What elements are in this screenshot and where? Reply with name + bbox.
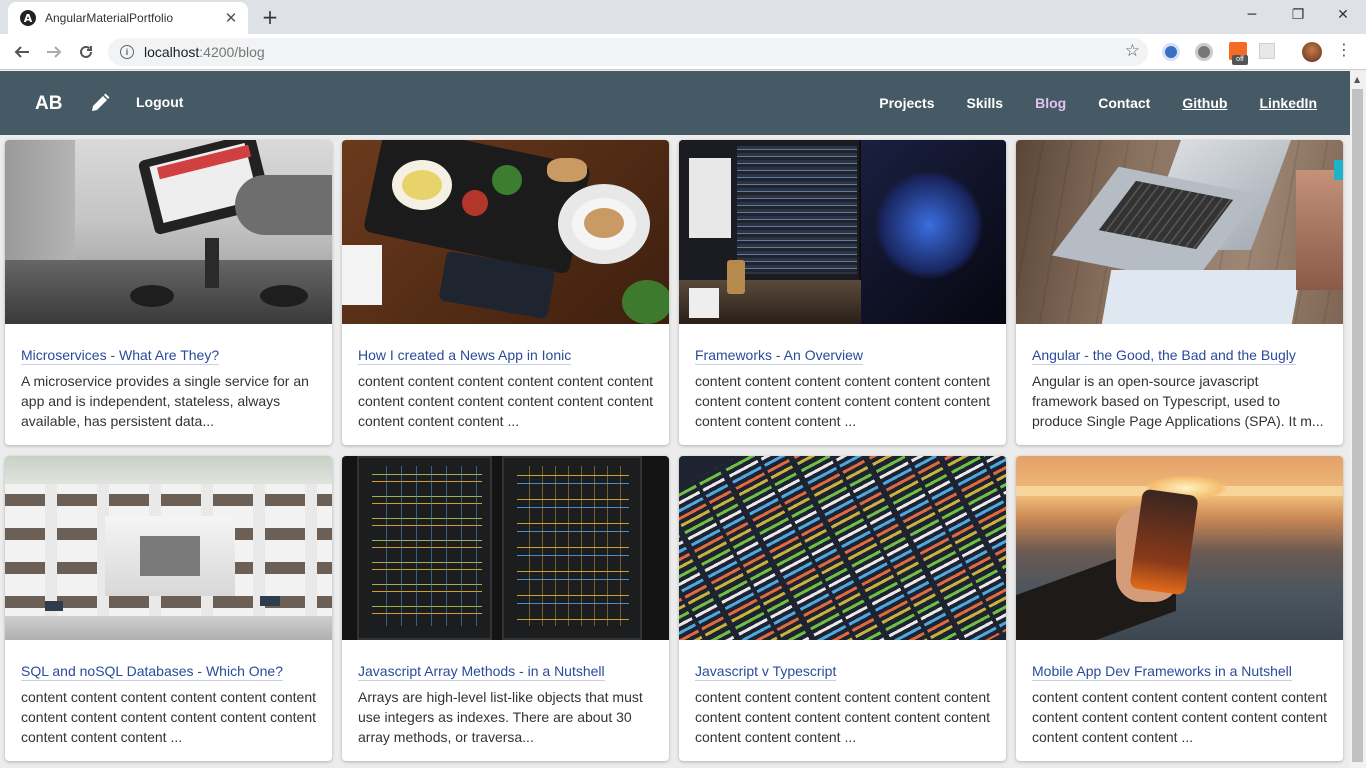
nav-linkedin[interactable]: LinkedIn xyxy=(1259,95,1317,111)
app-toolbar: AB Logout Projects Skills Blog Contact G… xyxy=(0,71,1350,135)
post-excerpt: Arrays are high-level list-like objects … xyxy=(358,689,643,745)
blog-card: How I created a News App in Ionic conten… xyxy=(342,140,669,445)
bookmark-star-icon[interactable]: ☆ xyxy=(1125,41,1140,61)
post-excerpt: content content content content content … xyxy=(695,689,990,745)
monitors-pc-image[interactable] xyxy=(679,140,1006,324)
post-title-link[interactable]: Mobile App Dev Frameworks in a Nutshell xyxy=(1032,663,1292,681)
back-button[interactable] xyxy=(8,38,36,66)
post-title-link[interactable]: SQL and noSQL Databases - Which One? xyxy=(21,663,283,681)
extension-square-icon[interactable] xyxy=(1259,43,1275,59)
browser-tabstrip: A AngularMaterialPortfolio ✕ + ─ ❐ ✕ xyxy=(0,0,1366,34)
blog-card: Microservices - What Are They? A microse… xyxy=(5,140,332,445)
scrollbar-thumb[interactable] xyxy=(1352,89,1363,762)
minimize-window-button[interactable]: ─ xyxy=(1229,0,1275,30)
post-title-link[interactable]: Frameworks - An Overview xyxy=(695,347,864,365)
post-excerpt: content content content content content … xyxy=(695,373,990,429)
library-image[interactable] xyxy=(5,456,332,640)
phone-sunset-image[interactable] xyxy=(1016,456,1343,640)
forward-button[interactable] xyxy=(40,38,68,66)
extension-grey-icon[interactable] xyxy=(1195,43,1213,61)
info-icon[interactable]: i xyxy=(120,45,134,59)
pencil-icon[interactable] xyxy=(90,93,110,113)
tab-title: AngularMaterialPortfolio xyxy=(45,11,174,25)
code-screen-image[interactable] xyxy=(679,456,1006,640)
profile-avatar[interactable] xyxy=(1302,42,1322,62)
angular-favicon-icon: A xyxy=(20,10,36,26)
post-excerpt: Angular is an open-source javascript fra… xyxy=(1032,373,1324,429)
extension-blue-icon[interactable] xyxy=(1162,43,1180,61)
scroll-up-arrow-icon[interactable]: ▲ xyxy=(1354,75,1360,84)
nav-contact[interactable]: Contact xyxy=(1098,95,1150,111)
tablet-office-image[interactable] xyxy=(5,140,332,324)
arrow-right-icon xyxy=(47,46,62,58)
blog-card: Javascript Array Methods - in a Nutshell… xyxy=(342,456,669,761)
reload-button[interactable] xyxy=(72,38,100,66)
url-path: :4200/blog xyxy=(199,44,265,60)
post-title-link[interactable]: Angular - the Good, the Bad and the Bugl… xyxy=(1032,347,1296,365)
post-excerpt: A microservice provides a single service… xyxy=(21,373,309,429)
post-title-link[interactable]: How I created a News App in Ionic xyxy=(358,347,572,365)
main-nav: Projects Skills Blog Contact Github Link… xyxy=(879,95,1317,111)
post-title-link[interactable]: Javascript Array Methods - in a Nutshell xyxy=(358,663,605,681)
nav-projects[interactable]: Projects xyxy=(879,95,934,111)
logout-button[interactable]: Logout xyxy=(136,94,183,110)
laptop-desk-image[interactable] xyxy=(1016,140,1343,324)
nav-github[interactable]: Github xyxy=(1182,95,1227,111)
close-tab-icon[interactable]: ✕ xyxy=(222,9,240,27)
url-text: localhost:4200/blog xyxy=(144,44,265,60)
url-host: localhost xyxy=(144,44,200,60)
close-window-button[interactable]: ✕ xyxy=(1320,0,1366,30)
restore-window-button[interactable]: ❐ xyxy=(1275,0,1321,30)
reload-icon xyxy=(80,45,92,58)
blog-card: Mobile App Dev Frameworks in a Nutshell … xyxy=(1016,456,1343,761)
post-excerpt: content content content content content … xyxy=(21,689,316,745)
post-title-link[interactable]: Javascript v Typescript xyxy=(695,663,837,681)
blog-card: SQL and noSQL Databases - Which One? con… xyxy=(5,456,332,761)
nav-skills[interactable]: Skills xyxy=(967,95,1004,111)
blog-card: Frameworks - An Overview content content… xyxy=(679,140,1006,445)
arrow-left-icon xyxy=(14,46,29,58)
page-viewport: AB Logout Projects Skills Blog Contact G… xyxy=(0,71,1350,768)
browser-menu-icon[interactable]: ⋮ xyxy=(1336,40,1352,59)
post-excerpt: content content content content content … xyxy=(1032,689,1327,745)
server-cables-image[interactable] xyxy=(342,456,669,640)
address-bar[interactable]: i localhost:4200/blog ☆ xyxy=(108,38,1148,66)
browser-toolbar: i localhost:4200/blog ☆ off ⋮ xyxy=(0,34,1366,70)
blog-card: Angular - the Good, the Bad and the Bugl… xyxy=(1016,140,1343,445)
nav-blog[interactable]: Blog xyxy=(1035,95,1066,111)
blog-card: Javascript v Typescript content content … xyxy=(679,456,1006,761)
brand-logo[interactable]: AB xyxy=(35,93,62,115)
breakfast-phone-image[interactable] xyxy=(342,140,669,324)
blog-grid: Microservices - What Are They? A microse… xyxy=(5,140,1343,761)
post-title-link[interactable]: Microservices - What Are They? xyxy=(21,347,220,365)
new-tab-button[interactable]: + xyxy=(258,5,282,29)
post-excerpt: content content content content content … xyxy=(358,373,653,429)
browser-tab[interactable]: A AngularMaterialPortfolio ✕ xyxy=(8,2,248,34)
page-scrollbar[interactable]: ▲ xyxy=(1350,71,1366,768)
extension-off-badge: off xyxy=(1232,55,1248,65)
